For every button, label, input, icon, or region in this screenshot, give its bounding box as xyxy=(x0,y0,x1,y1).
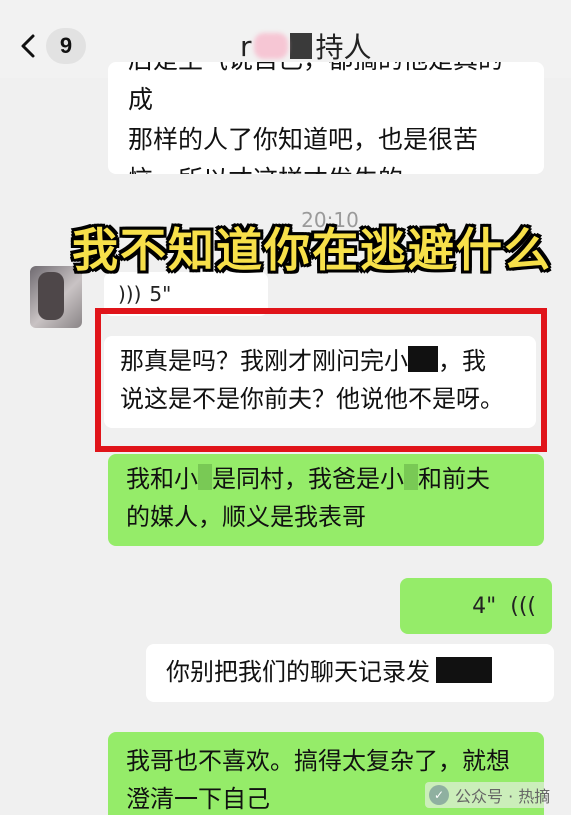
unread-count-badge: 9 xyxy=(46,28,86,64)
message-line: 你别把我们的聊天记录发 xyxy=(166,658,430,686)
voice-duration: 4" xyxy=(472,593,497,619)
message-line: 那样的人了你知道吧，也是很苦 xyxy=(128,125,479,154)
voice-wave-icon: ((( xyxy=(510,593,536,619)
chat-title-prefix: r xyxy=(240,29,252,63)
watermark: ✓ 公众号 · 热摘 xyxy=(425,782,555,808)
chat-screen: 9 r 持人 后是生气说自己，都搞的他是真的成 那样的人了你知道吧，也是很苦 恼… xyxy=(0,0,571,815)
voice-message[interactable]: 4" ((( xyxy=(400,578,552,634)
voice-duration: 5" xyxy=(149,282,172,306)
title-redaction xyxy=(289,33,312,59)
redaction-mask xyxy=(198,464,212,490)
chat-title[interactable]: r 持人 xyxy=(240,28,420,65)
message-line: 我哥也不喜欢。搞得太复杂了，就想 xyxy=(126,747,510,775)
message-line: 的媒人，顺义是我表哥 xyxy=(126,503,366,531)
redaction-mask xyxy=(404,464,418,490)
message-bubble[interactable]: 后是生气说自己，都搞的他是真的成 那样的人了你知道吧，也是很苦 恼，所以才这样才… xyxy=(108,62,544,174)
chevron-left-icon xyxy=(21,34,35,58)
redaction-mask xyxy=(436,657,492,683)
message-line: 我和小 是同村，我爸是小 和前夫 xyxy=(126,464,490,493)
message-line: 后是生气说自己，都搞的他是真的成 xyxy=(128,62,503,114)
title-blur-mask xyxy=(253,33,288,59)
highlight-box xyxy=(95,308,547,452)
wechat-official-icon: ✓ xyxy=(429,785,449,805)
watermark-text: 公众号 · 热摘 xyxy=(455,787,551,806)
chat-title-suffix: 持人 xyxy=(315,31,372,64)
overlay-caption: 我不知道你在逃避什么 xyxy=(72,223,552,277)
message-bubble[interactable]: 你别把我们的聊天记录发 xyxy=(146,644,554,702)
voice-wave-icon: ))) xyxy=(118,282,142,306)
message-bubble[interactable]: 我和小 是同村，我爸是小 和前夫 的媒人，顺义是我表哥 xyxy=(108,454,544,546)
message-line: 恼，所以才这样才发生的。 xyxy=(128,160,524,174)
back-button[interactable]: 9 xyxy=(16,26,86,66)
